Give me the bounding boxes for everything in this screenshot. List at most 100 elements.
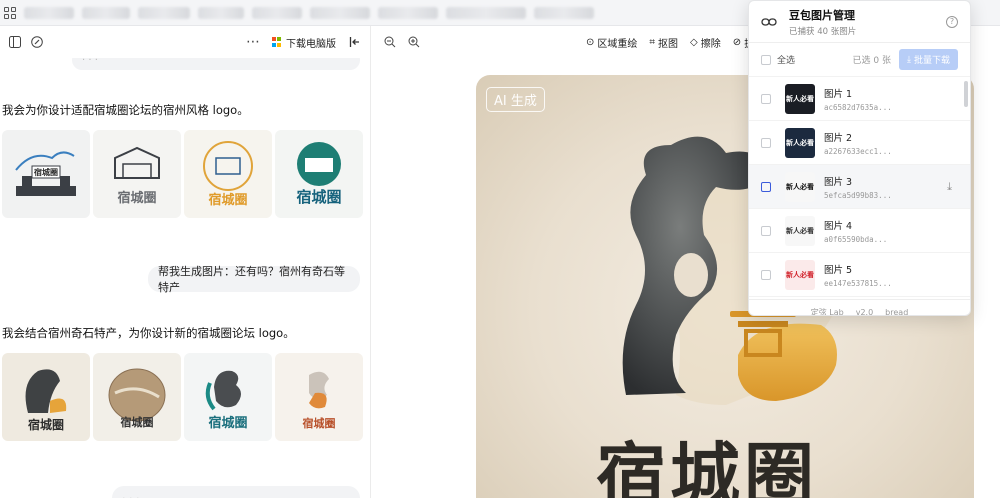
thumb-text: 新人必看 — [786, 270, 814, 279]
user-message-bubble: · · · — [72, 58, 360, 70]
image-list[interactable]: 新人必看 图片 1 ac6582d7635a... 新人必看 图片 2 a226… — [749, 77, 970, 299]
generated-image-thumb[interactable]: 宿城圈 — [184, 130, 272, 218]
list-item[interactable]: 新人必看 图片 5 ee147e537815... — [749, 253, 970, 297]
truncated-message: · · · — [122, 491, 140, 498]
logo-text: 宿城圈 — [28, 417, 64, 432]
blurred-tab[interactable] — [24, 6, 74, 19]
footer-tag: bread — [885, 308, 909, 316]
thumb-text: 新人必看 — [786, 94, 814, 103]
item-checkbox[interactable] — [761, 269, 771, 280]
user-message-bubble: 帮我生成图片：还有吗？宿州有奇石等特产 — [148, 265, 360, 294]
list-item[interactable]: 新人必看 图片 2 a2267633ecc1... — [749, 121, 970, 165]
batch-download-label: 批量下载 — [913, 56, 950, 66]
item-hash: a0f65590bda... — [824, 234, 888, 244]
image-result-row-2: 宿城圈 宿城圈 宿城圈 宿城圈 — [2, 353, 363, 441]
assistant-message: 我会结合宿州奇石特产，为你设计新的宿城圈论坛 logo。 — [2, 326, 295, 340]
region-redraw-button[interactable]: ⊙ 区域重绘 — [586, 35, 637, 50]
crop-icon: ⌗ — [649, 36, 656, 48]
blurred-tab[interactable] — [198, 6, 244, 19]
more-icon[interactable]: ⋯ — [244, 33, 262, 51]
logo-text: 宿城圈 — [208, 192, 247, 208]
item-name: 图片 5 — [824, 264, 853, 276]
truncated-message: · · · — [82, 58, 98, 66]
list-item[interactable]: 新人必看 图片 3 5efca5d99b83... ⤓ — [749, 165, 970, 209]
item-checkbox[interactable] — [761, 93, 771, 104]
sidebar-toggle-icon[interactable] — [6, 33, 24, 51]
thumb-text: 新人必看 — [786, 138, 814, 147]
blurred-tab[interactable] — [446, 6, 526, 19]
select-all-checkbox[interactable] — [761, 54, 771, 65]
download-icon: ⤓ — [907, 54, 911, 65]
item-hash: ac6582d7635a... — [824, 102, 892, 112]
logo-text: 宿城圈 — [208, 415, 247, 431]
expand-icon: ⊘ — [732, 36, 742, 48]
tool-label: 区域重绘 — [597, 38, 638, 50]
item-hash: ee147e537815... — [824, 278, 892, 288]
logo-title-text: 宿城圈 — [596, 434, 818, 498]
assistant-message: 我会为你设计适配宿城圈论坛的宿州风格 logo。 — [2, 103, 249, 117]
link-icon — [761, 16, 779, 28]
blurred-tab[interactable] — [252, 6, 302, 19]
blurred-tab[interactable] — [310, 6, 370, 19]
user-message-text: 帮我生成图片：还有吗？宿州有奇石等特产 — [158, 265, 345, 294]
image-manager-panel: 豆包图片管理 已捕获 40 张图片 ? 全选 已选 0 张 ⤓ 批量下载 新人必… — [748, 0, 971, 316]
item-thumbnail: 新人必看 — [785, 171, 815, 202]
item-checkbox[interactable] — [761, 137, 771, 148]
item-thumbnail: 新人必看 — [785, 127, 815, 158]
generated-image-thumb[interactable]: 宿城圈 — [2, 353, 90, 441]
generated-image-thumb[interactable]: 宿城圈 — [275, 130, 363, 218]
item-name: 图片 1 — [824, 88, 853, 100]
item-checkbox[interactable] — [761, 181, 771, 192]
select-all-label: 全选 — [777, 56, 796, 66]
item-name: 图片 4 — [824, 220, 853, 232]
item-thumbnail: 新人必看 — [785, 259, 815, 290]
item-checkbox[interactable] — [761, 225, 771, 236]
eraser-button[interactable]: ◇ 擦除 — [690, 35, 721, 50]
list-item[interactable]: 新人必看 图片 4 a0f65590bda... — [749, 209, 970, 253]
tool-label: 擦除 — [700, 38, 721, 50]
thumb-text: 新人必看 — [786, 226, 814, 235]
crop-button[interactable]: ⌗ 抠图 — [649, 35, 678, 50]
pane-divider[interactable] — [370, 26, 371, 498]
download-desktop-button[interactable]: 下载电脑版 — [272, 35, 336, 50]
help-icon[interactable]: ? — [946, 15, 958, 28]
image-edit-tools: ⊙ 区域重绘 ⌗ 抠图 ◇ 擦除 ⊘ 扩 — [586, 26, 754, 58]
user-message-bubble: · · · — [112, 486, 360, 498]
generated-image-thumb[interactable]: 宿城圈 — [2, 130, 90, 218]
panel-footer: 定弦 Lab v2.0 bread — [749, 299, 970, 316]
windows-logo-icon — [272, 37, 282, 47]
blurred-tab[interactable] — [378, 6, 438, 19]
list-item[interactable]: 新人必看 图片 1 ac6582d7635a... — [749, 77, 970, 121]
item-hash: a2267633ecc1... — [824, 146, 892, 156]
apps-grid-icon[interactable] — [4, 6, 16, 19]
item-thumbnail: 新人必看 — [785, 215, 815, 246]
generated-image-thumb[interactable]: 宿城圈 — [184, 353, 272, 441]
generated-image-thumb[interactable]: 宿城圈 — [275, 353, 363, 441]
panel-header: 豆包图片管理 已捕获 40 张图片 ? — [749, 1, 970, 43]
region-redraw-icon: ⊙ — [586, 36, 595, 48]
footer-brand: 定弦 Lab — [810, 308, 844, 316]
blurred-tab[interactable] — [82, 6, 130, 19]
generated-image-thumb[interactable]: 宿城圈 — [93, 130, 181, 218]
item-download-icon[interactable]: ⤓ — [947, 180, 952, 194]
item-name: 图片 3 — [824, 176, 853, 188]
logo-text: 宿城圈 — [121, 415, 154, 429]
collapse-panel-icon[interactable] — [346, 33, 364, 51]
tool-label: 抠图 — [658, 38, 679, 50]
new-chat-icon[interactable] — [28, 33, 46, 51]
blurred-tab[interactable] — [534, 6, 594, 19]
chat-thread: · · · 我会为你设计适配宿城圈论坛的宿州风格 logo。 宿城圈 宿城圈 宿… — [0, 58, 368, 498]
image-result-row-1: 宿城圈 宿城圈 宿城圈 宿城圈 — [2, 130, 363, 218]
generated-image-thumb[interactable]: 宿城圈 — [93, 353, 181, 441]
zoom-in-icon[interactable] — [405, 33, 423, 51]
footer-version: v2.0 — [855, 308, 874, 316]
blurred-tab[interactable] — [138, 6, 190, 19]
item-hash: 5efca5d99b83... — [824, 190, 892, 200]
logo-text: 宿城圈 — [296, 188, 341, 206]
logo-text: 宿城圈 — [117, 190, 156, 206]
eraser-icon: ◇ — [690, 36, 698, 48]
logo-text: 宿城圈 — [303, 416, 336, 430]
batch-download-button[interactable]: ⤓ 批量下载 — [899, 49, 958, 70]
panel-subtitle: 已捕获 40 张图片 — [789, 26, 857, 37]
zoom-out-icon[interactable] — [381, 33, 399, 51]
